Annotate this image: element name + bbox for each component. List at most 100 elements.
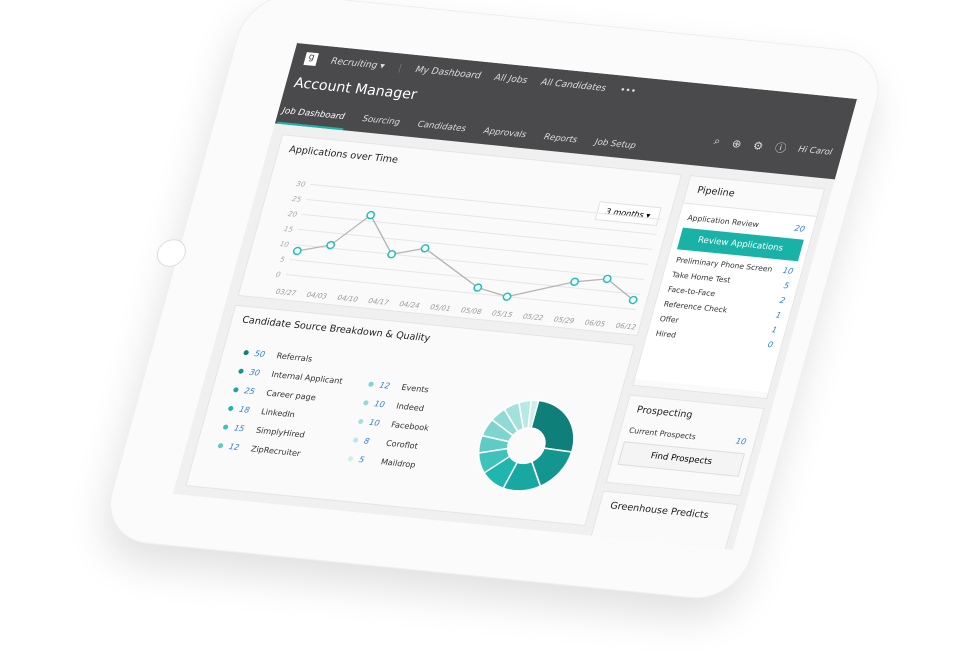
- current-prospects-count: 10: [734, 436, 748, 447]
- stage-name: Application Review: [686, 213, 761, 230]
- y-tick-label: 30: [295, 179, 307, 189]
- data-point[interactable]: [570, 277, 580, 286]
- stage-count: 10: [781, 265, 795, 276]
- x-tick-label: 04/17: [367, 296, 390, 307]
- source-dot: [367, 381, 375, 387]
- source-dot: [242, 349, 250, 356]
- source-name: Coroflot: [384, 438, 419, 451]
- source-name: Indeed: [395, 401, 426, 414]
- stage-name: Face-to-Face: [666, 284, 717, 299]
- tablet-frame: g Recruiting ▾ | My Dashboard All Jobs A…: [98, 0, 891, 603]
- source-count: 5: [357, 455, 366, 465]
- source-dot: [362, 400, 370, 406]
- source-name: Events: [400, 382, 430, 395]
- more-menu[interactable]: •••: [619, 85, 638, 96]
- stage-count: 2: [778, 295, 787, 306]
- x-tick-label: 05/29: [553, 315, 576, 326]
- source-name: Career page: [265, 388, 317, 403]
- y-tick-label: 0: [275, 270, 282, 279]
- tab-job-setup[interactable]: Job Setup: [590, 137, 639, 159]
- x-tick-label: 04/03: [306, 290, 329, 301]
- tab-sourcing[interactable]: Sourcing: [357, 114, 403, 136]
- nav-my-dashboard[interactable]: My Dashboard: [414, 65, 482, 81]
- stage-count: 20: [793, 223, 806, 234]
- plus-circle-icon[interactable]: ⊕: [730, 137, 743, 151]
- x-tick-label: 04/24: [398, 299, 421, 310]
- x-tick-label: 05/15: [491, 308, 514, 319]
- source-count: 18: [238, 404, 251, 415]
- source-dot: [357, 418, 364, 425]
- nav-all-jobs[interactable]: All Jobs: [493, 72, 528, 85]
- gridline: [302, 213, 653, 250]
- help-icon[interactable]: ⓘ: [773, 139, 788, 156]
- gridline: [306, 198, 657, 235]
- current-prospects-label: Current Prospects: [627, 425, 698, 442]
- source-dot: [347, 456, 354, 462]
- gear-icon[interactable]: ⚙: [752, 139, 765, 153]
- x-tick-label: 05/08: [460, 305, 483, 316]
- source-panel: Candidate Source Breakdown & Quality 50 R…: [185, 304, 636, 527]
- data-point[interactable]: [326, 240, 336, 250]
- x-tick-label: 03/27: [275, 287, 298, 298]
- source-count: 50: [253, 349, 267, 359]
- source-name: Referrals: [275, 351, 314, 364]
- source-count: 12: [227, 442, 241, 453]
- tab-reports[interactable]: Reports: [539, 132, 581, 153]
- source-count: 8: [362, 436, 371, 446]
- source-name: Maildrop: [379, 457, 417, 470]
- applications-panel: Applications over Time 3 months ▾ 0 5 10 15…: [237, 134, 683, 336]
- screen: g Recruiting ▾ | My Dashboard All Jobs A…: [172, 43, 858, 550]
- source-count: 30: [248, 367, 261, 378]
- source-name: ZipRecruiter: [249, 444, 302, 459]
- source-count: 15: [232, 423, 246, 434]
- tab-approvals[interactable]: Approvals: [478, 126, 529, 148]
- source-name: Internal Applicant: [270, 369, 344, 386]
- predicts-title: Greenhouse Predicts: [608, 500, 710, 522]
- source-name: LinkedIn: [260, 407, 297, 420]
- predicts-panel: Greenhouse Predicts: [589, 490, 739, 550]
- donut-chart: [477, 399, 575, 492]
- data-point[interactable]: [502, 292, 512, 301]
- data-point[interactable]: [366, 210, 376, 220]
- source-dot: [237, 368, 245, 374]
- source-dot: [232, 387, 240, 393]
- source-dot: [352, 437, 359, 443]
- prospecting-panel: Prospecting Current Prospects 10 Find Pro…: [605, 394, 765, 497]
- stage-name: Hired: [654, 328, 678, 340]
- source-name: SimplyHired: [254, 425, 306, 440]
- source-dot: [227, 405, 234, 412]
- stage-count: 1: [770, 325, 779, 335]
- source-count: 25: [243, 386, 256, 397]
- y-tick-label: 5: [279, 255, 286, 264]
- y-tick-label: 10: [279, 239, 291, 249]
- y-tick-label: 15: [283, 224, 295, 234]
- source-name: Facebook: [390, 420, 431, 433]
- x-tick-label: 04/10: [336, 293, 359, 304]
- user-greeting[interactable]: Hi Carol: [797, 145, 833, 158]
- y-tick-label: 20: [287, 209, 299, 219]
- gridline: [293, 243, 645, 280]
- data-point[interactable]: [292, 246, 302, 256]
- source-count: 10: [373, 399, 386, 410]
- source-dot: [217, 443, 224, 449]
- stage-count: 5: [782, 281, 791, 291]
- tab-candidates[interactable]: Candidates: [412, 119, 469, 142]
- data-point[interactable]: [387, 250, 397, 259]
- search-icon[interactable]: ⌕: [712, 134, 722, 148]
- source-count: 12: [378, 380, 391, 391]
- y-tick-label: 25: [291, 194, 303, 204]
- stage-count: 0: [766, 339, 775, 350]
- stage-name: Offer: [658, 314, 680, 325]
- nav-all-candidates[interactable]: All Candidates: [540, 77, 607, 93]
- x-tick-label: 06/05: [584, 318, 607, 329]
- gridline: [297, 228, 649, 265]
- x-tick-label: 05/01: [429, 302, 452, 313]
- stage-count: 1: [774, 310, 783, 320]
- source-count: 10: [368, 417, 381, 428]
- gridline: [289, 259, 640, 295]
- app-switcher[interactable]: Recruiting ▾: [330, 56, 386, 71]
- logo: g: [303, 52, 319, 67]
- x-tick-label: 05/22: [522, 312, 545, 323]
- tab-job-dashboard[interactable]: Job Dashboard: [276, 105, 348, 131]
- source-dot: [222, 424, 229, 430]
